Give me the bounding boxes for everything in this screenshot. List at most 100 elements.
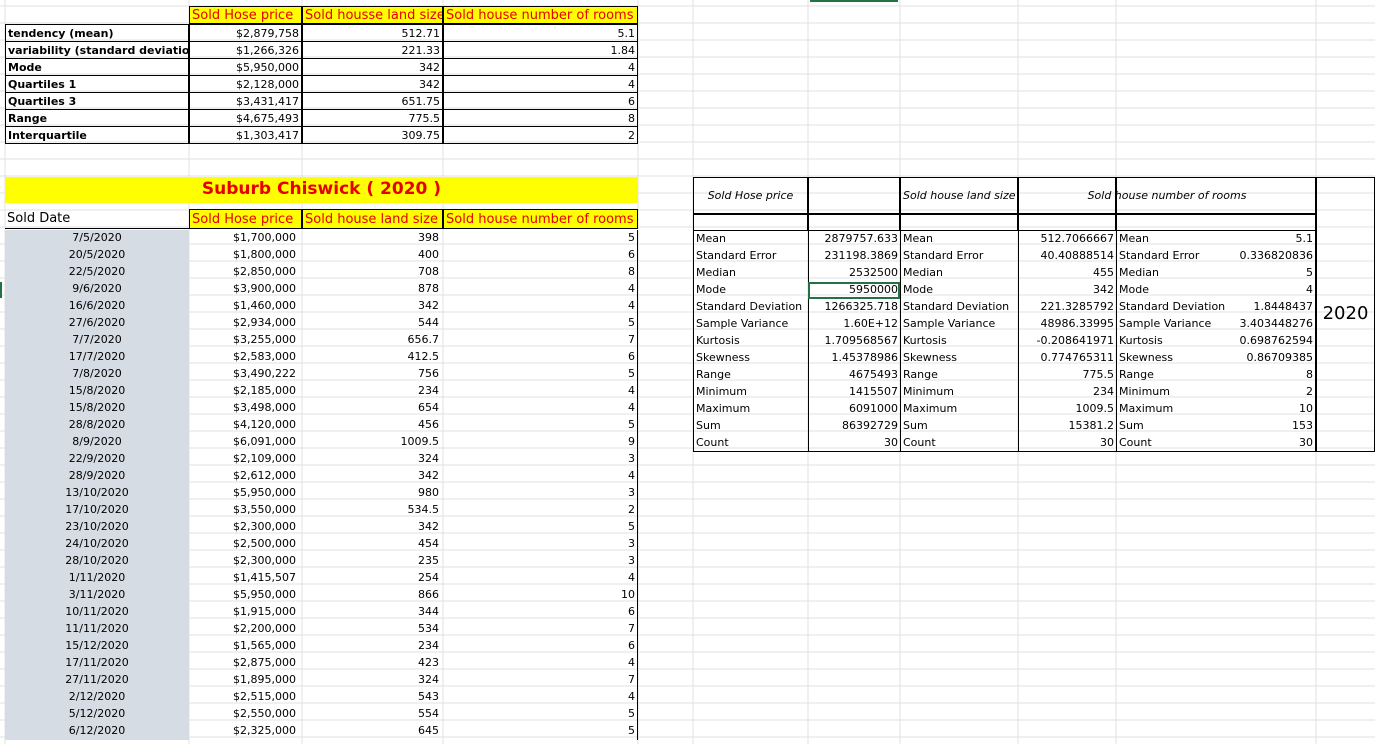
summary-land-cell[interactable]: 342 xyxy=(302,75,443,93)
summary-price-cell[interactable]: $2,879,758 xyxy=(189,24,302,42)
summary-land-cell[interactable]: 221.33 xyxy=(302,41,443,59)
summary-rooms-cell[interactable]: 6 xyxy=(443,92,638,110)
stats-value-cell[interactable]: 86392729 xyxy=(808,418,900,435)
land-cell[interactable]: 234 xyxy=(302,638,443,655)
rooms-cell[interactable]: 3 xyxy=(443,536,638,553)
rooms-cell[interactable]: 5 xyxy=(443,366,638,383)
land-cell[interactable]: 708 xyxy=(302,264,443,281)
date-cell[interactable]: 15/8/2020 xyxy=(5,383,189,400)
land-cell[interactable]: 342 xyxy=(302,519,443,536)
stats-label-cell[interactable]: Kurtosis xyxy=(900,333,1018,350)
stats-value-cell[interactable]: 8 xyxy=(1116,367,1316,384)
stats-value-cell[interactable]: 1266325.718 xyxy=(808,299,900,316)
stats-value-cell[interactable]: 1.45378986 xyxy=(808,350,900,367)
date-cell[interactable]: 8/9/2020 xyxy=(5,434,189,451)
stats-value-cell[interactable]: 3.403448276 xyxy=(1116,316,1316,333)
land-cell[interactable]: 543 xyxy=(302,689,443,706)
rooms-cell[interactable]: 3 xyxy=(443,451,638,468)
date-cell[interactable]: 17/10/2020 xyxy=(5,502,189,519)
stats-value-cell[interactable]: 10 xyxy=(1116,401,1316,418)
stats-label-cell[interactable]: Maximum xyxy=(693,401,808,418)
stats-value-cell[interactable]: 231198.3869 xyxy=(808,248,900,265)
stats-label-cell[interactable]: Range xyxy=(693,367,808,384)
date-cell[interactable]: 28/9/2020 xyxy=(5,468,189,485)
land-cell[interactable]: 534.5 xyxy=(302,502,443,519)
rooms-cell[interactable]: 5 xyxy=(443,417,638,434)
rooms-cell[interactable]: 6 xyxy=(443,604,638,621)
stats-label-cell[interactable]: Standard Deviation xyxy=(693,299,808,316)
date-cell[interactable]: 16/6/2020 xyxy=(5,298,189,315)
price-cell[interactable]: $2,200,000 xyxy=(189,621,302,638)
price-cell[interactable]: $2,300,000 xyxy=(189,553,302,570)
date-cell[interactable]: 24/10/2020 xyxy=(5,536,189,553)
price-cell[interactable]: $3,900,000 xyxy=(189,281,302,298)
stats-value-cell[interactable]: 0.774765311 xyxy=(1018,350,1116,367)
stats-value-cell[interactable]: 30 xyxy=(1018,435,1116,452)
stats-value-cell[interactable]: 1.8448437 xyxy=(1116,299,1316,316)
stats-label-cell[interactable]: Standard Error xyxy=(693,248,808,265)
stats-value-cell[interactable]: 2532500 xyxy=(808,265,900,282)
price-cell[interactable]: $3,550,000 xyxy=(189,502,302,519)
rooms-cell[interactable]: 7 xyxy=(443,332,638,349)
land-cell[interactable]: 344 xyxy=(302,604,443,621)
stats-value-cell[interactable]: 512.7066667 xyxy=(1018,231,1116,248)
price-cell[interactable]: $2,325,000 xyxy=(189,723,302,740)
rooms-cell[interactable]: 4 xyxy=(443,468,638,485)
stats-label-cell[interactable]: Skewness xyxy=(693,350,808,367)
summary-price-cell[interactable]: $1,266,326 xyxy=(189,41,302,59)
rooms-cell[interactable]: 6 xyxy=(443,638,638,655)
price-cell[interactable]: $1,895,000 xyxy=(189,672,302,689)
land-cell[interactable]: 756 xyxy=(302,366,443,383)
date-cell[interactable]: 10/11/2020 xyxy=(5,604,189,621)
price-cell[interactable]: $4,120,000 xyxy=(189,417,302,434)
summary-label-cell[interactable]: Quartiles 1 xyxy=(5,75,189,93)
spreadsheet-grid[interactable]: Sold Hose price Sold housse land size Sold… xyxy=(0,0,1375,744)
stats-label-cell[interactable]: Minimum xyxy=(693,384,808,401)
stats-label-cell[interactable]: Mode xyxy=(900,282,1018,299)
date-cell[interactable]: 9/6/2020 xyxy=(5,281,189,298)
price-cell[interactable]: $2,550,000 xyxy=(189,706,302,723)
land-cell[interactable]: 324 xyxy=(302,672,443,689)
date-cell[interactable]: 11/11/2020 xyxy=(5,621,189,638)
land-cell[interactable]: 342 xyxy=(302,468,443,485)
rooms-cell[interactable]: 8 xyxy=(443,264,638,281)
rooms-cell[interactable]: 5 xyxy=(443,706,638,723)
summary-rooms-cell[interactable]: 2 xyxy=(443,126,638,144)
stats-label-cell[interactable]: Sample Variance xyxy=(693,316,808,333)
land-cell[interactable]: 342 xyxy=(302,298,443,315)
summary-header-cell[interactable]: Sold Hose price xyxy=(189,6,302,24)
land-cell[interactable]: 554 xyxy=(302,706,443,723)
land-cell[interactable]: 654 xyxy=(302,400,443,417)
stats-value-cell[interactable]: 48986.33995 xyxy=(1018,316,1116,333)
rooms-cell[interactable]: 6 xyxy=(443,247,638,264)
stats-label-cell[interactable]: Mode xyxy=(693,282,808,299)
price-cell[interactable]: $2,109,000 xyxy=(189,451,302,468)
main-header-cell[interactable]: Sold house land size xyxy=(302,209,443,229)
stats-empty-cell[interactable] xyxy=(808,214,900,231)
stats-label-cell[interactable]: Count xyxy=(900,435,1018,452)
date-cell[interactable]: 7/5/2020 xyxy=(5,230,189,247)
land-cell[interactable]: 534 xyxy=(302,621,443,638)
stats-label-cell[interactable]: Mean xyxy=(693,231,808,248)
date-cell[interactable]: 5/12/2020 xyxy=(5,706,189,723)
summary-price-cell[interactable]: $3,431,417 xyxy=(189,92,302,110)
price-cell[interactable]: $5,950,000 xyxy=(189,587,302,604)
stats-value-cell[interactable]: 221.3285792 xyxy=(1018,299,1116,316)
date-cell[interactable]: 23/10/2020 xyxy=(5,519,189,536)
summary-rooms-cell[interactable]: 4 xyxy=(443,75,638,93)
stats-empty-cell[interactable] xyxy=(1018,214,1116,231)
stats-label-cell[interactable]: Median xyxy=(900,265,1018,282)
price-cell[interactable]: $1,460,000 xyxy=(189,298,302,315)
date-cell[interactable]: 7/8/2020 xyxy=(5,366,189,383)
price-cell[interactable]: $6,091,000 xyxy=(189,434,302,451)
date-cell[interactable]: 3/11/2020 xyxy=(5,587,189,604)
stats-empty-cell[interactable] xyxy=(1116,214,1316,231)
stats-value-cell[interactable]: 0.698762594 xyxy=(1116,333,1316,350)
stats-value-cell[interactable]: 1.60E+12 xyxy=(808,316,900,333)
stats-price-header[interactable]: Sold Hose price xyxy=(693,177,808,214)
stats-empty-cell[interactable] xyxy=(900,214,1018,231)
price-cell[interactable]: $2,185,000 xyxy=(189,383,302,400)
land-cell[interactable]: 412.5 xyxy=(302,349,443,366)
stats-value-cell[interactable]: 1.709568567 xyxy=(808,333,900,350)
date-cell[interactable]: 22/5/2020 xyxy=(5,264,189,281)
